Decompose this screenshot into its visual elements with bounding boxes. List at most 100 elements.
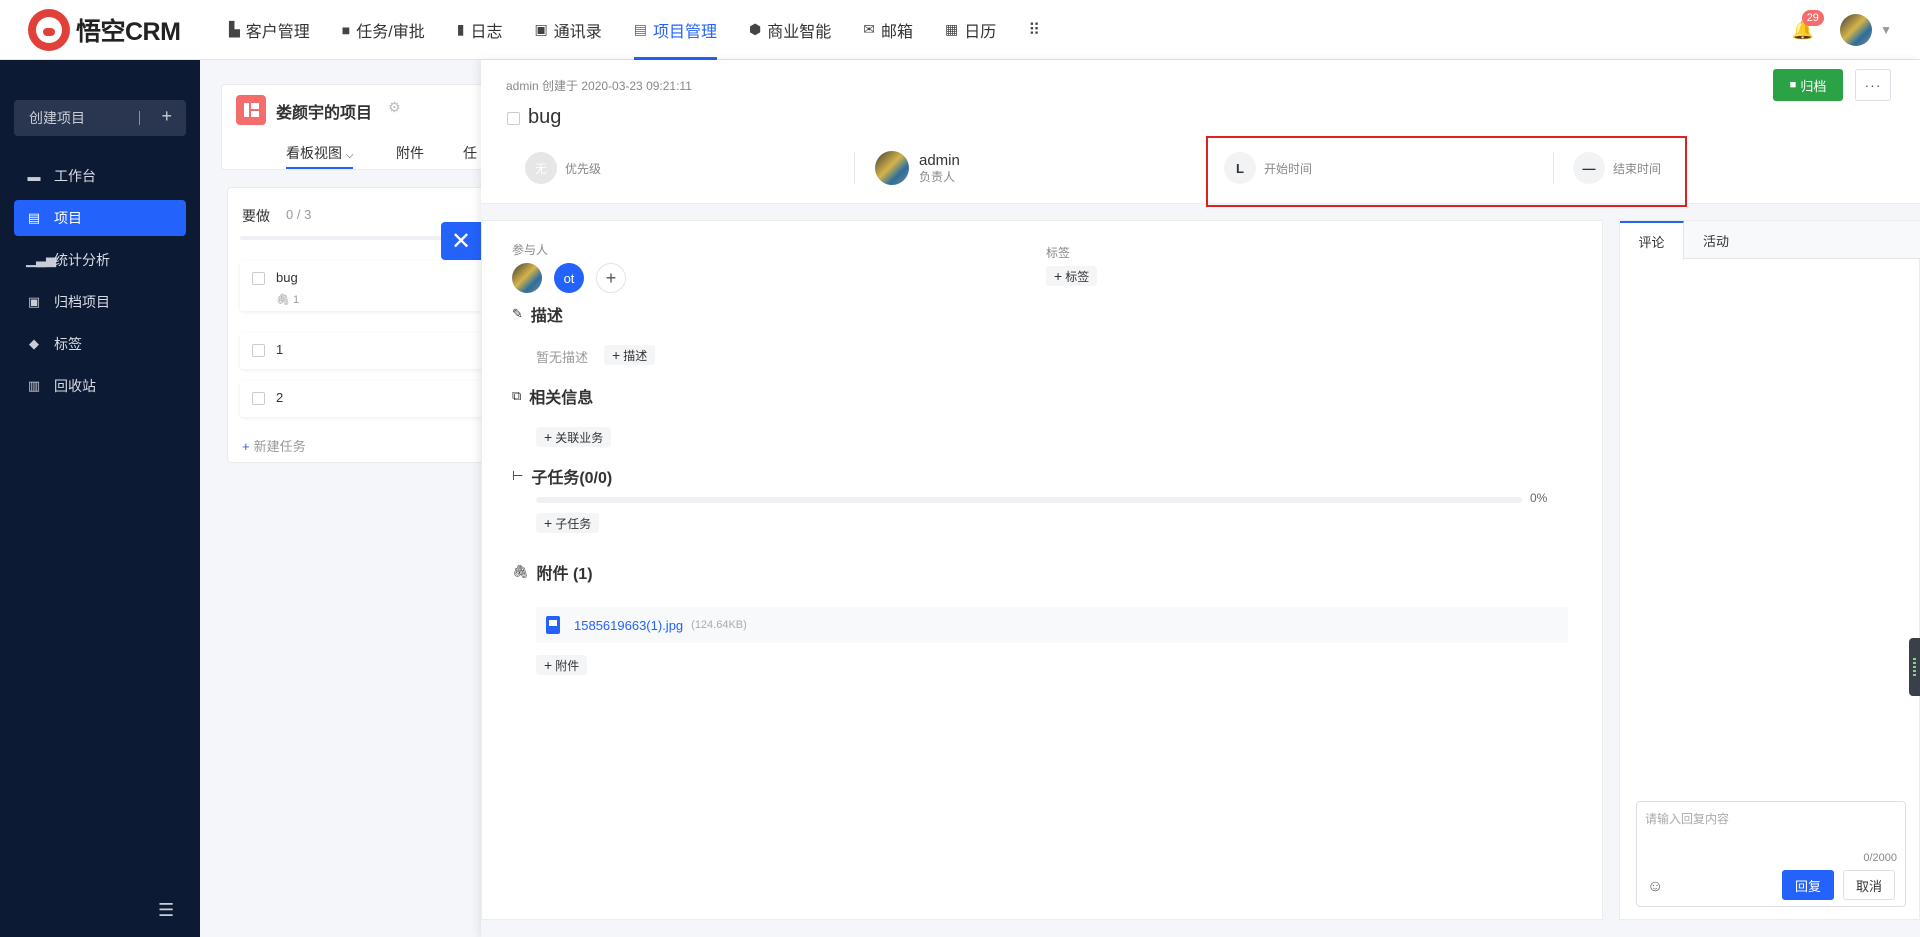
add-participant-button[interactable]: + [596,263,626,293]
task-content-card: 参与人 ot + 标签 + 标签 ✎ 描述 暂无描述 + 描述 ⧉ 相关信息 + 关联业务… [481,220,1603,920]
tab-activity[interactable]: 活动 [1684,221,1748,259]
task-name: 1 [276,342,284,357]
attachments-heading: 🖇 附件 (1) [512,560,593,584]
plus-icon: + [242,439,250,454]
task-card[interactable]: bug 🖇 1 [240,261,520,311]
sidebar-item-label: 归档项目 [54,294,110,310]
subtask-progress-value: 0% [1530,491,1548,505]
add-description-button[interactable]: + 描述 [604,345,656,365]
edit-icon: ✎ [512,306,523,321]
attachment-name[interactable]: 1585619663(1).jpg [574,618,683,633]
task-checkbox[interactable] [252,272,265,285]
add-attachment-button[interactable]: + 附件 [536,655,588,675]
sidebar-item-label: 项目 [54,210,82,226]
app-logo[interactable]: 悟空CRM [28,8,213,51]
mail-icon: ✉ [863,21,875,37]
tags-label: 标签 [1046,246,1071,260]
sidebar-item-label: 回收站 [54,378,96,394]
nav-contacts[interactable]: ▣ 通讯录 [518,0,617,60]
tab-attachments[interactable]: 附件 [396,143,424,163]
owner-field[interactable]: admin 负责人 [875,148,960,188]
task-name: 2 [276,390,284,405]
board-icon: ▤ [27,210,41,225]
task-title[interactable]: bug [528,106,561,129]
sidebar-item-project[interactable]: ▤ 项目 [14,200,186,236]
reply-input[interactable]: 请输入回复内容 [1645,810,1729,827]
description-empty: 暂无描述 [536,350,589,365]
chevron-down-icon: ⌵ [345,150,354,161]
new-task-button[interactable]: + 新建任务 [242,436,306,455]
sidebar-item-archived[interactable]: ▣ 归档项目 [14,284,186,320]
task-attachment-count: 🖇 1 [276,293,299,306]
participant-avatar[interactable] [512,263,542,293]
task-checkbox[interactable] [252,392,265,405]
detail-header: admin 创建于 2020-03-23 09:21:11 bug ■ 归档 ··… [481,60,1920,207]
task-complete-checkbox[interactable] [507,112,520,125]
tab-comments[interactable]: 评论 [1620,221,1684,260]
sidebar-item-tags[interactable]: ◆ 标签 [14,326,186,362]
tab-board-view[interactable]: 看板视图 ⌵ [286,143,354,169]
link-business-button[interactable]: + 关联业务 [536,427,612,447]
close-detail-button[interactable]: ✕ [441,222,481,260]
briefcase-icon: ■ [341,21,351,38]
reply-button[interactable]: 回复 [1782,870,1834,900]
paperclip-icon: 🖇 [512,564,529,579]
archive-icon: ■ [1789,79,1797,91]
add-description-label: 描述 [623,348,648,363]
nav-mail[interactable]: ✉ 邮箱 [847,0,929,60]
priority-field[interactable]: 无 优先级 [525,148,601,188]
reply-box[interactable]: 请输入回复内容 0/2000 ☺ 回复 取消 [1636,801,1906,907]
tab-tasks[interactable]: 任 [463,143,477,163]
emoji-icon[interactable]: ☺ [1647,878,1663,896]
sidebar-item-statistics[interactable]: ▁▃▅ 统计分析 [14,242,186,278]
notification-bell[interactable]: 🔔 29 [1792,9,1824,41]
nav-project[interactable]: ▤ 项目管理 [618,0,733,60]
building-icon: ▙ [229,21,240,37]
sidebar-item-label: 工作台 [54,168,96,184]
participant-avatar[interactable]: ot [554,263,584,293]
add-subtask-label: 子任务 [555,516,592,531]
add-tag-label: 标签 [1065,269,1090,284]
sidebar-item-workbench[interactable]: ▬ 工作台 [14,158,186,194]
nav-calendar[interactable]: ▦ 日历 [929,0,1012,60]
more-button[interactable]: ··· [1855,69,1891,101]
nav-log[interactable]: ▮ 日志 [441,0,519,60]
user-avatar[interactable] [1840,14,1873,46]
project-icon: ▤ [633,21,647,37]
plus-icon: + [544,515,553,531]
related-heading: ⧉ 相关信息 [512,384,593,408]
nav-label: 商业智能 [767,23,832,41]
task-checkbox[interactable] [252,344,265,357]
comments-card: 评论 活动 请输入回复内容 0/2000 ☺ 回复 取消 [1619,220,1920,920]
nav-label: 客户管理 [245,23,310,41]
owner-text: admin 负责人 [919,152,960,185]
create-project-button[interactable]: 创建项目 + [14,100,186,136]
divider [139,111,140,125]
project-title: 娄颜宇的项目 [276,105,373,122]
add-subtask-button[interactable]: + 子任务 [536,513,600,533]
create-project-label: 创建项目 [29,110,85,126]
cancel-button[interactable]: 取消 [1843,870,1895,900]
nav-apps[interactable]: ⠿ [1012,0,1062,60]
chevron-down-icon[interactable]: ▼ [1880,23,1892,37]
sidebar-item-trash[interactable]: ▥ 回收站 [14,368,186,404]
nav-bi[interactable]: ⬢ 商业智能 [733,0,847,60]
bi-icon: ⬢ [748,21,762,37]
collapse-sidebar-icon[interactable]: ☰ [158,900,174,921]
gear-icon[interactable]: ⚙ [388,99,401,116]
attachment-row[interactable]: 1585619663(1).jpg (124.64KB) [536,607,1568,643]
more-icon: ··· [1864,77,1882,93]
floating-toolbar-handle[interactable] [1909,638,1920,696]
nav-customer[interactable]: ▙ 客户管理 [213,0,326,60]
task-card[interactable]: 1 [240,333,520,369]
paperclip-icon: 🖇 [276,294,290,306]
column-title: 要做 [242,208,270,224]
task-card[interactable]: 2 [240,381,520,417]
grid-icon: ⠿ [1028,21,1040,39]
priority-label: 优先级 [565,161,602,176]
divider [854,152,855,184]
archive-button[interactable]: ■ 归档 [1773,69,1843,101]
plus-icon[interactable]: + [161,106,172,127]
nav-tasks[interactable]: ■ 任务/审批 [326,0,441,60]
add-tag-button[interactable]: + 标签 [1046,266,1098,286]
